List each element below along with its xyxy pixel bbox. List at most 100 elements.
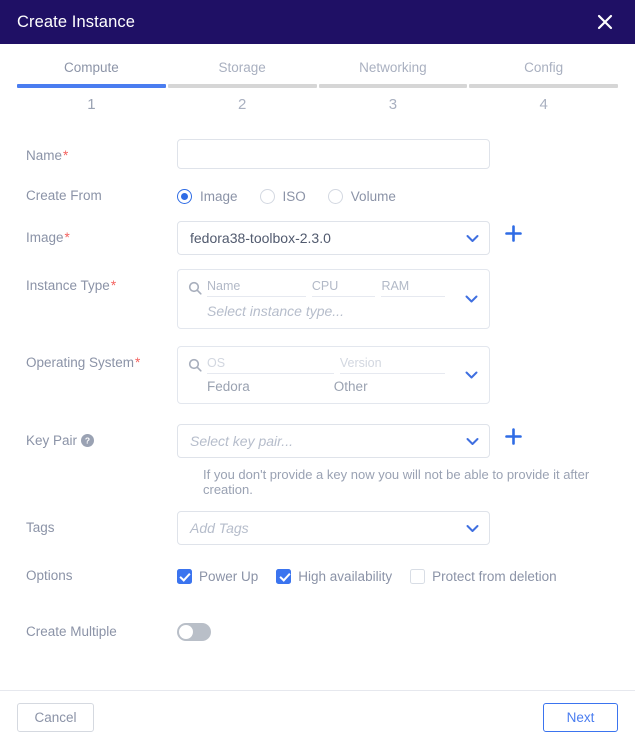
close-icon[interactable]: [592, 9, 618, 35]
operating-system-label: Operating System*: [26, 346, 177, 371]
step-networking-bar: [318, 84, 468, 88]
name-label: Name*: [26, 139, 177, 164]
field-row-instance-type: Instance Type* Name CPU RAM Select insta…: [26, 269, 619, 329]
step-config-label: Config: [524, 60, 564, 75]
step-storage[interactable]: Storage 2: [167, 60, 318, 113]
create-multiple-toggle[interactable]: [177, 623, 211, 641]
operating-system-column-headers: OS Version: [188, 355, 479, 374]
radio-iso-indicator: [259, 188, 275, 204]
name-required-mark: *: [63, 148, 69, 163]
operating-system-required-mark: *: [135, 355, 141, 370]
dialog-titlebar: Create Instance: [0, 0, 635, 44]
checkbox-high-availability[interactable]: High availability: [276, 568, 392, 584]
dialog-title: Create Instance: [17, 12, 135, 31]
checkbox-power-up[interactable]: Power Up: [177, 568, 259, 584]
instance-type-label: Instance Type*: [26, 269, 177, 294]
image-label: Image*: [26, 221, 177, 246]
checkbox-high-availability-indicator: [276, 568, 292, 584]
step-compute-label: Compute: [63, 60, 119, 75]
radio-image-label: Image: [200, 188, 238, 204]
step-storage-label: Storage: [218, 60, 266, 75]
step-storage-bar: [167, 84, 317, 88]
help-circle-icon[interactable]: ?: [81, 434, 95, 447]
step-compute-number: 1: [87, 96, 96, 113]
wizard-stepper: Compute 1 Storage 2 Networking 3 Config …: [0, 60, 635, 113]
field-row-create-multiple: Create Multiple: [26, 615, 619, 641]
create-multiple-label: Create Multiple: [26, 624, 117, 639]
image-required-mark: *: [64, 230, 70, 245]
svg-text:?: ?: [85, 436, 90, 446]
cancel-button[interactable]: Cancel: [17, 703, 94, 732]
image-label-text: Image: [26, 230, 64, 245]
instance-type-col-ram: RAM: [381, 278, 445, 297]
image-select[interactable]: fedora38-toolbox-2.3.0: [177, 221, 490, 255]
operating-system-select[interactable]: OS Version Fedora Other: [177, 346, 490, 404]
key-pair-field-wrap: Select key pair...: [177, 424, 619, 458]
name-label-text: Name: [26, 148, 63, 163]
step-config[interactable]: Config 4: [468, 60, 619, 113]
instance-type-select[interactable]: Name CPU RAM Select instance type...: [177, 269, 490, 329]
chevron-down-icon: [466, 524, 479, 533]
instance-type-label-text: Instance Type: [26, 278, 110, 293]
search-icon: [188, 358, 202, 372]
options-checkbox-group: Power Up High availability Protect from …: [177, 559, 557, 593]
checkbox-protect-from-deletion-indicator: [410, 568, 426, 584]
step-config-number: 4: [539, 96, 548, 113]
create-instance-form: Name* Create From Image ISO Volume Image…: [0, 113, 635, 641]
toggle-knob: [179, 625, 193, 639]
checkbox-protect-from-deletion-label: Protect from deletion: [432, 568, 557, 584]
name-input[interactable]: [177, 139, 490, 169]
search-icon: [188, 281, 202, 295]
create-from-label: Create From: [26, 188, 102, 203]
dialog-footer: Cancel Next: [0, 690, 635, 744]
create-from-field-wrap: Image ISO Volume: [177, 179, 619, 213]
instance-type-empty-text: Select instance type...: [207, 303, 344, 319]
radio-volume-label: Volume: [350, 188, 396, 204]
step-storage-number: 2: [237, 96, 247, 113]
instance-type-required-mark: *: [110, 278, 117, 293]
operating-system-value-os: Fedora: [207, 379, 250, 394]
chevron-down-icon: [466, 234, 479, 243]
operating-system-col-version: Version: [339, 355, 445, 374]
key-pair-label-text: Key Pair: [26, 433, 78, 448]
tags-label: Tags: [26, 520, 55, 535]
options-field-wrap: Power Up High availability Protect from …: [177, 559, 619, 593]
tags-field-wrap: Add Tags: [177, 511, 619, 545]
operating-system-label-text: Operating System: [26, 355, 135, 370]
field-row-create-from: Create From Image ISO Volume: [26, 179, 619, 213]
operating-system-value-version: Other: [333, 379, 368, 394]
create-multiple-field-wrap: [177, 615, 619, 641]
tags-placeholder: Add Tags: [190, 520, 249, 536]
operating-system-field-wrap: OS Version Fedora Other: [177, 346, 619, 404]
add-key-pair-button[interactable]: [504, 427, 523, 446]
radio-option-iso[interactable]: ISO: [259, 188, 306, 204]
checkbox-protect-from-deletion[interactable]: Protect from deletion: [410, 568, 557, 584]
step-networking[interactable]: Networking 3: [318, 60, 469, 113]
chevron-down-icon: [465, 292, 478, 307]
checkbox-power-up-label: Power Up: [199, 568, 259, 584]
image-field-wrap: fedora38-toolbox-2.3.0: [177, 221, 619, 255]
step-networking-label: Networking: [359, 60, 427, 75]
radio-image-indicator: [177, 188, 192, 204]
chevron-down-icon: [465, 368, 478, 383]
instance-type-col-name: Name: [207, 278, 306, 297]
instance-type-col-cpu: CPU: [311, 278, 376, 297]
create-from-radio-group: Image ISO Volume: [177, 179, 396, 213]
image-select-value: fedora38-toolbox-2.3.0: [190, 230, 331, 246]
next-button[interactable]: Next: [543, 703, 618, 732]
operating-system-col-os: OS: [207, 355, 334, 374]
field-row-name: Name*: [26, 139, 619, 169]
tags-select[interactable]: Add Tags: [177, 511, 490, 545]
instance-type-field-wrap: Name CPU RAM Select instance type...: [177, 269, 619, 329]
key-pair-select[interactable]: Select key pair...: [177, 424, 490, 458]
field-row-operating-system: Operating System* OS Version Fedora Othe…: [26, 346, 619, 404]
key-pair-label: Key Pair ?: [26, 424, 177, 449]
step-compute[interactable]: Compute 1: [16, 60, 167, 113]
radio-option-image[interactable]: Image: [177, 188, 238, 204]
radio-iso-label: ISO: [282, 188, 306, 204]
field-row-key-pair: Key Pair ? Select key pair...: [26, 424, 619, 458]
radio-option-volume[interactable]: Volume: [327, 188, 396, 204]
name-field-wrap: [177, 139, 619, 169]
add-image-button[interactable]: [504, 224, 523, 243]
instance-type-column-headers: Name CPU RAM: [188, 278, 479, 297]
